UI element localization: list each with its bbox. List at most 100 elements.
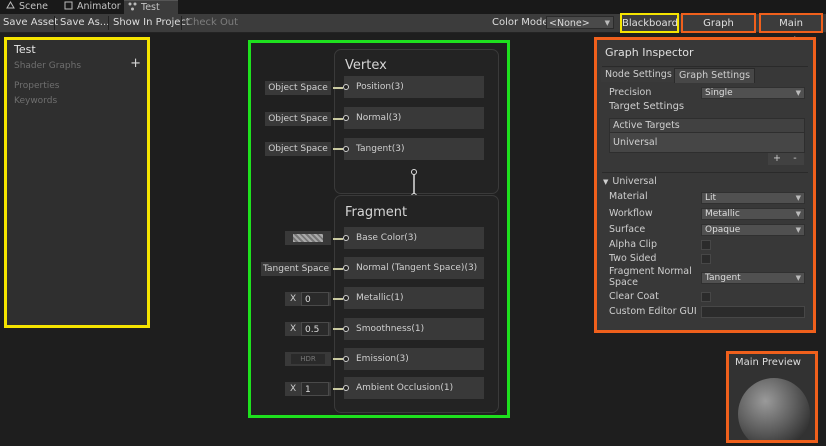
divider (602, 66, 808, 67)
smoothness-port-label: Smoothness(1) (356, 324, 425, 334)
base-color-port[interactable]: Base Color(3) (343, 227, 484, 249)
port-connector-icon[interactable] (343, 265, 349, 271)
normal-port-label: Normal(3) (356, 113, 402, 123)
active-targets-list: Universal (609, 133, 805, 153)
precision-dropdown[interactable]: Single ▼ (701, 87, 805, 99)
divider (602, 172, 808, 173)
port-connector-icon[interactable] (343, 356, 349, 362)
color-swatch-icon (293, 234, 323, 242)
save-asset-button[interactable]: Save Asset (3, 14, 58, 32)
port-connector-icon[interactable] (343, 84, 349, 90)
preview-sphere-icon (738, 378, 810, 440)
tab-node-settings[interactable]: Node Settings (601, 68, 676, 82)
port-connector-icon[interactable] (343, 146, 349, 152)
properties-section[interactable]: Properties (14, 81, 59, 91)
clear-coat-checkbox[interactable] (701, 292, 711, 302)
port-wire (333, 87, 343, 89)
scene-icon (6, 1, 15, 10)
chevron-down-icon: ▼ (795, 89, 801, 97)
alpha-clip-checkbox[interactable] (701, 240, 711, 250)
surface-value: Opaque (705, 225, 741, 235)
normal-space-input[interactable]: Object Space (265, 112, 331, 126)
metallic-port-label: Metallic(1) (356, 293, 404, 303)
inspector-title: Graph Inspector (605, 46, 694, 59)
tab-scene[interactable]: Scene (2, 0, 61, 14)
smoothness-value[interactable]: 0.5 (301, 322, 329, 336)
check-out-button[interactable]: Check Out (186, 14, 238, 32)
port-connector-icon[interactable] (343, 326, 349, 332)
port-connector-icon[interactable] (343, 385, 349, 391)
position-space-input[interactable]: Object Space (265, 81, 331, 95)
material-dropdown[interactable]: Lit ▼ (701, 192, 805, 204)
base-color-swatch[interactable] (285, 231, 331, 245)
fragment-normal-space-value: Tangent (705, 273, 741, 283)
color-mode-dropdown[interactable]: <None> ▼ (546, 16, 614, 29)
tab-animator[interactable]: Animator (60, 0, 124, 14)
port-connector-icon[interactable] (343, 115, 349, 121)
material-value: Lit (705, 193, 717, 203)
color-mode-value: <None> (549, 18, 590, 29)
ambient-occlusion-value-field[interactable]: X 1 (285, 382, 331, 396)
tab-graph-settings[interactable]: Graph Settings (674, 68, 756, 83)
metallic-port[interactable]: Metallic(1) (343, 287, 484, 309)
two-sided-label: Two Sided (609, 253, 657, 264)
port-connector-icon[interactable] (343, 295, 349, 301)
emission-port-label: Emission(3) (356, 354, 409, 364)
add-target-button[interactable]: + (768, 153, 786, 165)
ambient-occlusion-value[interactable]: 1 (301, 382, 329, 396)
metallic-value[interactable]: 0 (301, 292, 329, 306)
animator-icon (64, 1, 73, 10)
emission-hdr-swatch[interactable]: HDR (285, 352, 331, 366)
emission-port[interactable]: Emission(3) (343, 348, 484, 370)
fragment-normal-label-line1: Fragment Normal (609, 266, 692, 277)
emission-hdr-label: HDR (291, 354, 325, 364)
alpha-clip-label: Alpha Clip (609, 239, 657, 250)
tab-test-label: Test (141, 2, 160, 13)
graph-canvas[interactable]: Vertex Object Space Position(3) Object S… (248, 40, 510, 418)
port-wire (333, 238, 343, 240)
tangent-port[interactable]: Tangent(3) (343, 138, 484, 160)
universal-foldout[interactable]: ▼ Universal (603, 176, 657, 187)
blackboard-toggle-button[interactable]: Blackboard (620, 13, 679, 33)
surface-dropdown[interactable]: Opaque ▼ (701, 224, 805, 236)
chevron-down-icon: ▼ (795, 226, 801, 234)
ambient-occlusion-port-label: Ambient Occlusion(1) (356, 383, 454, 393)
precision-value: Single (705, 88, 733, 98)
add-property-button[interactable]: + (130, 56, 141, 71)
normal-tangent-space-input[interactable]: Tangent Space (261, 262, 331, 276)
target-item-universal[interactable]: Universal (613, 137, 657, 148)
fragment-normal-space-dropdown[interactable]: Tangent ▼ (701, 272, 805, 284)
two-sided-checkbox[interactable] (701, 254, 711, 264)
blackboard-panel: Test Shader Graphs + Properties Keywords (4, 37, 150, 328)
color-mode-label: Color Mode (492, 17, 549, 28)
ambient-occlusion-port[interactable]: Ambient Occlusion(1) (343, 377, 484, 399)
show-in-project-button[interactable]: Show In Project (113, 14, 190, 32)
tab-test[interactable]: Test (124, 0, 178, 15)
precision-label: Precision (609, 87, 652, 98)
port-wire (333, 118, 343, 120)
main-preview-panel[interactable]: Main Preview (726, 351, 818, 443)
custom-editor-gui-field[interactable] (701, 306, 805, 318)
remove-target-button[interactable]: - (786, 153, 804, 165)
graph-inspector-toggle-button[interactable]: Graph Inspector (681, 13, 756, 47)
port-wire (333, 298, 343, 300)
active-targets-label: Active Targets (613, 120, 680, 131)
fragment-normal-port[interactable]: Normal (Tangent Space)(3) (343, 257, 484, 279)
smoothness-port[interactable]: Smoothness(1) (343, 318, 484, 340)
main-preview-toggle-button[interactable]: Main Preview (759, 13, 823, 47)
workflow-dropdown[interactable]: Metallic ▼ (701, 208, 805, 220)
smoothness-value-field[interactable]: X 0.5 (285, 322, 331, 336)
keywords-section[interactable]: Keywords (14, 96, 57, 106)
normal-port[interactable]: Normal(3) (343, 107, 484, 129)
chevron-down-icon: ▼ (795, 210, 801, 218)
position-port[interactable]: Position(3) (343, 76, 484, 98)
universal-header-label: Universal (612, 176, 657, 187)
custom-editor-gui-label: Custom Editor GUI (609, 306, 697, 317)
metallic-value-field[interactable]: X 0 (285, 292, 331, 306)
port-connector-icon[interactable] (343, 235, 349, 241)
tangent-space-input[interactable]: Object Space (265, 142, 331, 156)
chevron-down-icon: ▼ (795, 194, 801, 202)
port-wire (333, 388, 343, 390)
chevron-down-icon: ▼ (795, 274, 801, 282)
save-as-button[interactable]: Save As... (60, 14, 109, 32)
